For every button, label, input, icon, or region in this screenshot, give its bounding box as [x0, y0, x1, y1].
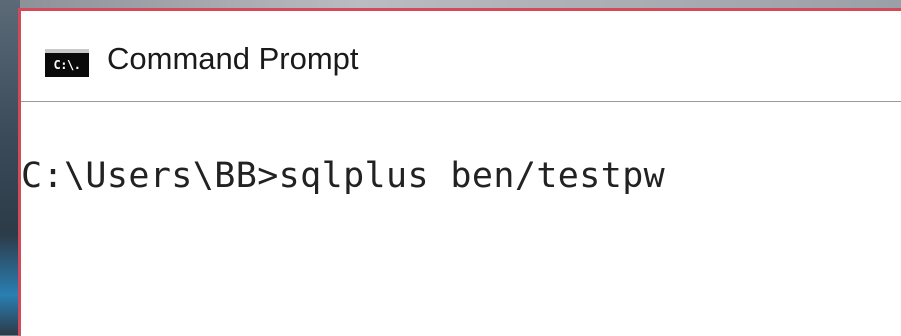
command-prompt-window[interactable]: C:\. Command Prompt C:\Users\BB>sqlplus …	[18, 8, 901, 336]
console-line: C:\Users\BB>sqlplus ben/testpw	[21, 156, 666, 196]
desktop-background-top	[0, 0, 901, 8]
desktop-background-left	[0, 0, 20, 335]
title-bar[interactable]: C:\. Command Prompt	[21, 11, 901, 102]
cmd-icon-label: C:\.	[53, 58, 81, 72]
console-area[interactable]: C:\Users\BB>sqlplus ben/testpw	[21, 102, 901, 336]
window-title: Command Prompt	[107, 41, 359, 76]
cmd-icon[interactable]: C:\.	[45, 49, 89, 77]
